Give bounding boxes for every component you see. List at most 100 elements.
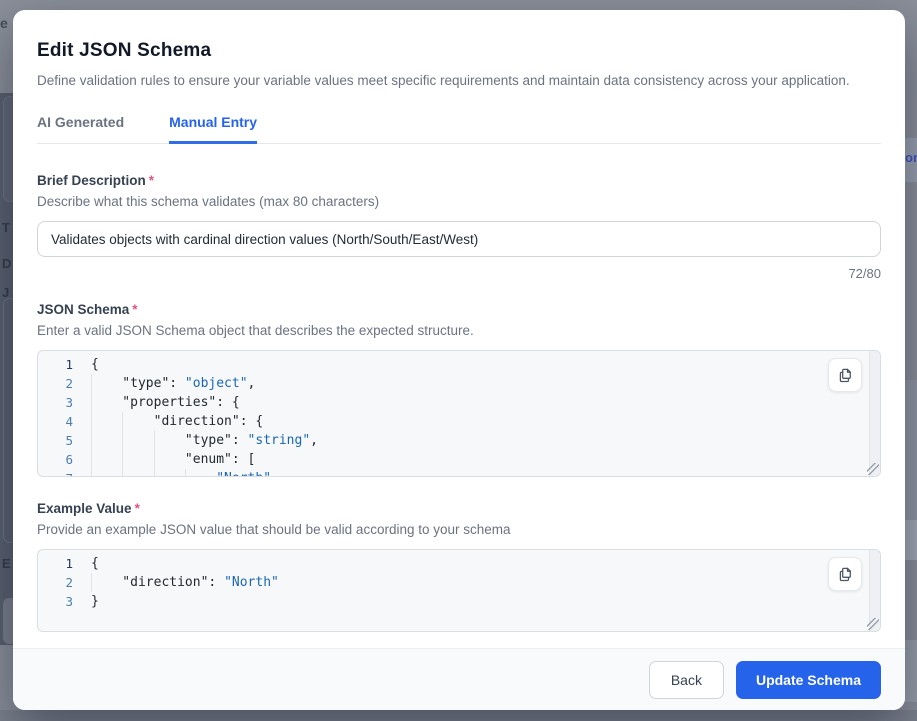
required-asterisk: * xyxy=(135,501,140,516)
example-value-helper: Provide an example JSON value that shoul… xyxy=(37,522,881,537)
line-number: 5 xyxy=(38,431,73,450)
copy-button[interactable] xyxy=(828,358,862,392)
edit-json-schema-modal: Edit JSON Schema Define validation rules… xyxy=(13,10,905,710)
editor-scrollbar[interactable] xyxy=(869,351,880,476)
background-band-fragment xyxy=(905,380,917,520)
code-token: , xyxy=(271,471,279,477)
code-token: "direction": xyxy=(91,575,224,590)
code-text: "type": "object", xyxy=(91,374,255,393)
code-token-string: "object" xyxy=(185,376,248,391)
required-asterisk: * xyxy=(132,302,137,317)
line-number: 2 xyxy=(38,374,73,393)
code-line: 1{ xyxy=(38,355,880,374)
indent-guide xyxy=(91,469,92,477)
copy-button[interactable] xyxy=(828,557,862,591)
code-token-string: "string" xyxy=(248,433,311,448)
code-text: { xyxy=(91,554,99,573)
code-token: "direction": { xyxy=(91,414,263,429)
indent-guide xyxy=(91,393,92,412)
code-line: 2 "type": "object", xyxy=(38,374,880,393)
tab-bar: AI Generated Manual Entry xyxy=(37,114,881,144)
background-link-fragment: on xyxy=(905,150,917,165)
code-line: 3 "properties": { xyxy=(38,393,880,412)
line-number: 1 xyxy=(38,554,73,573)
code-line: 4 "direction": { xyxy=(38,412,880,431)
code-text: "direction": { xyxy=(91,412,263,431)
indent-guide xyxy=(154,431,155,450)
update-schema-button[interactable]: Update Schema xyxy=(736,661,881,699)
brief-description-label: Brief Description* xyxy=(37,173,881,188)
code-token: , xyxy=(310,433,318,448)
indent-guide xyxy=(122,469,123,477)
line-number: 2 xyxy=(38,573,73,592)
code-text: } xyxy=(91,592,99,611)
tab-manual-entry[interactable]: Manual Entry xyxy=(169,114,257,144)
code-token: "properties": { xyxy=(91,395,240,410)
resize-handle-icon[interactable] xyxy=(867,618,879,630)
copy-icon xyxy=(837,367,854,384)
brief-description-label-text: Brief Description xyxy=(37,173,146,188)
code-text: "properties": { xyxy=(91,393,240,412)
indent-guide xyxy=(154,450,155,469)
code-text: "North", xyxy=(91,469,279,477)
indent-guide xyxy=(185,469,186,477)
indent-guide xyxy=(91,374,92,393)
code-token: { xyxy=(91,556,99,571)
example-value-label-text: Example Value xyxy=(37,501,132,516)
code-token: , xyxy=(248,376,256,391)
line-number: 7 xyxy=(38,469,73,477)
code-token: } xyxy=(91,594,99,609)
back-button[interactable]: Back xyxy=(649,661,724,699)
modal-title: Edit JSON Schema xyxy=(37,40,881,62)
code-line: 5 "type": "string", xyxy=(38,431,880,450)
indent-guide xyxy=(91,412,92,431)
json-schema-label-text: JSON Schema xyxy=(37,302,129,317)
json-schema-section: JSON Schema* Enter a valid JSON Schema o… xyxy=(37,302,881,477)
brief-description-input[interactable] xyxy=(37,221,881,257)
indent-guide xyxy=(122,412,123,431)
json-schema-label: JSON Schema* xyxy=(37,302,881,317)
code-line: 2 "direction": "North" xyxy=(38,573,880,592)
code-text: { xyxy=(91,355,99,374)
code-token: { xyxy=(91,357,99,372)
code-token: "type": xyxy=(91,376,185,391)
example-value-code-editor[interactable]: 1{2 "direction": "North"3} xyxy=(37,549,881,632)
code-line: 6 "enum": [ xyxy=(38,450,880,469)
code-token-string: "North" xyxy=(216,471,271,477)
copy-icon xyxy=(837,566,854,583)
resize-handle-icon[interactable] xyxy=(867,463,879,475)
line-number: 1 xyxy=(38,355,73,374)
brief-description-section: Brief Description* Describe what this sc… xyxy=(37,173,881,281)
modal-subtitle: Define validation rules to ensure your v… xyxy=(37,73,881,88)
indent-guide xyxy=(122,450,123,469)
code-token-string: "North" xyxy=(224,575,279,590)
code-text: "enum": [ xyxy=(91,450,255,469)
code-line: 3} xyxy=(38,592,880,611)
indent-guide xyxy=(122,431,123,450)
line-number: 6 xyxy=(38,450,73,469)
indent-guide xyxy=(91,450,92,469)
code-text: "direction": "North" xyxy=(91,573,279,592)
brief-description-helper: Describe what this schema validates (max… xyxy=(37,194,881,209)
json-schema-helper: Enter a valid JSON Schema object that de… xyxy=(37,323,881,338)
code-line: 7 "North", xyxy=(38,469,880,477)
indent-guide xyxy=(154,469,155,477)
background-band-fragment xyxy=(905,640,917,702)
tab-ai-generated[interactable]: AI Generated xyxy=(37,114,124,144)
line-number: 3 xyxy=(38,393,73,412)
indent-guide xyxy=(91,573,92,592)
character-counter: 72/80 xyxy=(37,266,881,281)
code-lines: 1{2 "direction": "North"3} xyxy=(38,550,880,611)
json-schema-code-editor[interactable]: 1{2 "type": "object",3 "properties": {4 … xyxy=(37,350,881,477)
code-text: "type": "string", xyxy=(91,431,318,450)
background-text-fragment: e xyxy=(0,15,13,31)
modal-footer: Back Update Schema xyxy=(13,648,905,710)
line-number: 4 xyxy=(38,412,73,431)
code-line: 1{ xyxy=(38,554,880,573)
code-token: "type": xyxy=(91,433,248,448)
required-asterisk: * xyxy=(149,173,154,188)
example-value-label: Example Value* xyxy=(37,501,881,516)
example-value-section: Example Value* Provide an example JSON v… xyxy=(37,501,881,632)
code-token: "enum": [ xyxy=(91,452,255,467)
background-bottom-strip xyxy=(0,710,917,721)
